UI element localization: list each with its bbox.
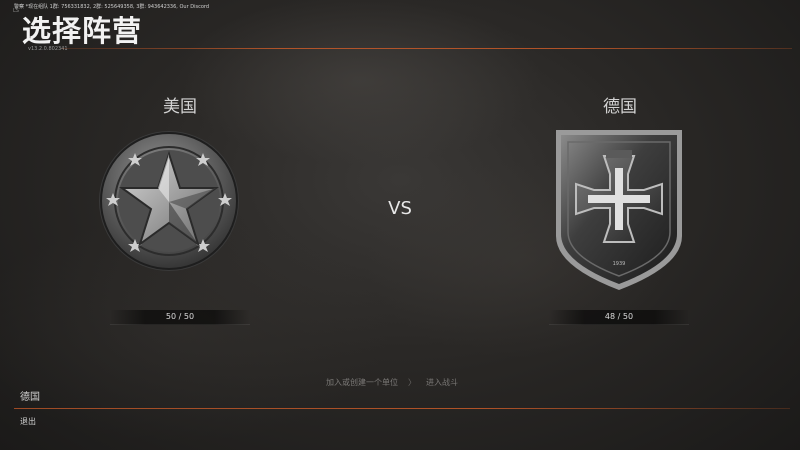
star-emblem-icon[interactable] xyxy=(98,130,240,272)
page-title: 选择阵营 xyxy=(22,14,143,48)
header-divider xyxy=(62,48,792,49)
enter-battle-link[interactable]: 进入战斗 xyxy=(426,378,458,387)
faction-name-germany: 德国 xyxy=(603,97,637,117)
faction-count-germany: 48 / 50 xyxy=(549,310,689,325)
iron-cross-shield-icon[interactable]: 1939 xyxy=(552,126,686,292)
join-or-create-unit-link[interactable]: 加入或创建一个单位 xyxy=(326,378,398,387)
selected-faction-label: 德国 xyxy=(20,392,40,403)
vs-label: VS xyxy=(388,198,412,219)
exit-button[interactable]: 退出 xyxy=(20,416,36,427)
footer-divider xyxy=(14,408,790,409)
hint-bar: 加入或创建一个单位 〉 进入战斗 xyxy=(326,377,458,388)
faction-count-usa: 50 / 50 xyxy=(110,310,250,325)
version-label: v13.2.0.802341 xyxy=(28,46,68,52)
faction-name-usa: 美国 xyxy=(163,97,197,117)
top-info-text: 警察 *现在组队 1群: 756331832, 2群: 525649358, 3… xyxy=(14,4,210,10)
svg-text:1939: 1939 xyxy=(613,261,626,267)
brand-label: LS xyxy=(13,8,19,14)
chevron-right-icon: 〉 xyxy=(408,378,416,387)
